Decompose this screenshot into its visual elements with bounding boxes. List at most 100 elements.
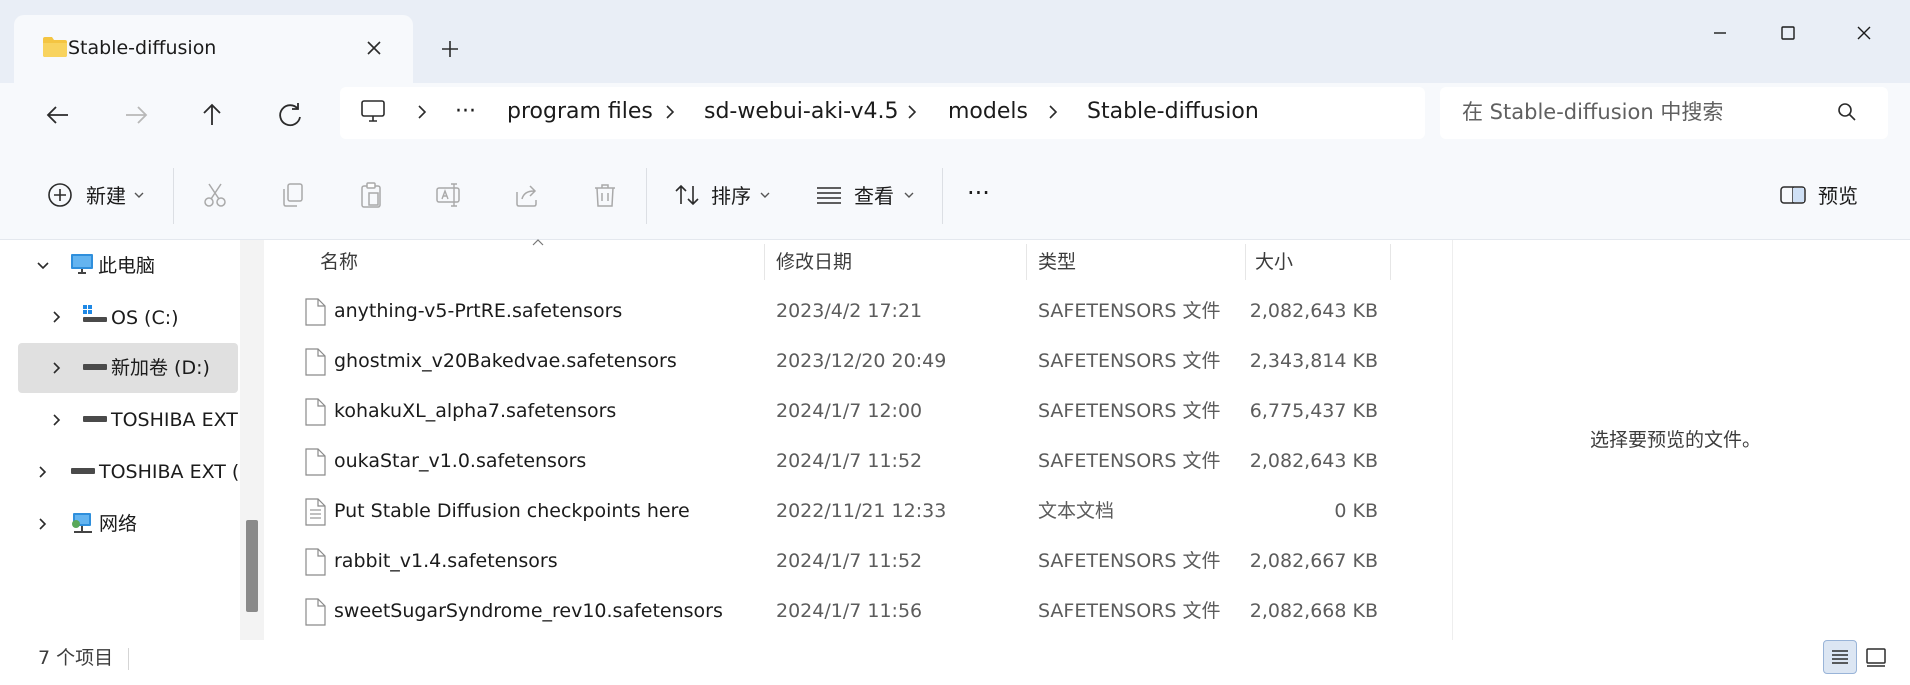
toolbar-divider: [646, 168, 647, 224]
network-icon: [70, 511, 96, 535]
nav-label-new-volume-d: 新加卷 (D:): [111, 357, 210, 379]
sort-icon[interactable]: [672, 180, 702, 210]
preview-message: 选择要预览的文件。: [1590, 429, 1762, 451]
back-arrow-icon[interactable]: [38, 95, 78, 135]
chevron-right-icon[interactable]: [50, 413, 64, 427]
chevron-down-icon[interactable]: [903, 190, 915, 200]
file-date: 2022/11/21 12:33: [776, 500, 947, 522]
file-date: 2024/1/7 11:52: [776, 550, 923, 572]
paste-icon[interactable]: [356, 180, 386, 210]
more-options-button[interactable]: ···: [967, 180, 990, 206]
breadcrumb-stable-diffusion[interactable]: Stable-diffusion: [1087, 98, 1259, 126]
breadcrumb-sd-webui[interactable]: sd-webui-aki-v4.5: [704, 98, 899, 126]
nav-label-toshiba-ext: TOSHIBA EXT: [111, 409, 238, 431]
column-header-name[interactable]: 名称: [320, 250, 358, 274]
drive-icon: [70, 466, 96, 476]
up-arrow-icon[interactable]: [192, 95, 232, 135]
file-type: SAFETENSORS 文件: [1038, 450, 1221, 472]
chevron-right-icon[interactable]: [50, 310, 64, 324]
column-header-date[interactable]: 修改日期: [776, 250, 852, 274]
file-size: 0 KB: [1334, 500, 1378, 522]
chevron-right-icon: [414, 102, 430, 122]
maximize-icon[interactable]: [1758, 18, 1818, 48]
copy-icon[interactable]: [278, 180, 308, 210]
file-icon: [304, 298, 326, 326]
column-header-size[interactable]: 大小: [1255, 250, 1293, 274]
forward-arrow-icon[interactable]: [116, 95, 156, 135]
column-divider[interactable]: [764, 244, 765, 280]
sort-ascending-icon: [531, 238, 545, 248]
windows-drive-icon: [82, 304, 108, 324]
file-date: 2024/1/7 12:00: [776, 400, 923, 422]
search-icon[interactable]: [1836, 101, 1858, 123]
column-divider[interactable]: [1390, 244, 1391, 280]
share-icon[interactable]: [512, 180, 542, 210]
file-icon: [304, 448, 326, 476]
drive-icon: [82, 414, 108, 424]
file-explorer-window: Stable-diffusion ··· program files sd-we…: [0, 0, 1910, 685]
delete-icon[interactable]: [590, 180, 620, 210]
file-size: 2,343,814 KB: [1249, 350, 1378, 372]
rename-icon[interactable]: [434, 180, 464, 210]
details-view-icon[interactable]: [1823, 640, 1857, 674]
folder-icon: [42, 36, 68, 58]
plus-icon[interactable]: [436, 35, 464, 63]
file-date: 2024/1/7 11:52: [776, 450, 923, 472]
file-date: 2024/1/7 11:56: [776, 600, 923, 622]
file-name: rabbit_v1.4.safetensors: [334, 550, 558, 572]
nav-scrollbar-thumb[interactable]: [246, 520, 258, 612]
file-size: 2,082,667 KB: [1249, 550, 1378, 572]
nav-label-this-pc: 此电脑: [98, 255, 156, 277]
chevron-right-icon: [662, 102, 678, 122]
file-icon: [304, 598, 326, 626]
file-date: 2023/12/20 20:49: [776, 350, 947, 372]
table-row[interactable]: oukaStar_v1.0.safetensors 2024/1/7 11:52…: [296, 438, 1390, 488]
table-row[interactable]: anything-v5-PrtRE.safetensors 2023/4/2 1…: [296, 288, 1390, 338]
file-type: SAFETENSORS 文件: [1038, 550, 1221, 572]
chevron-down-icon[interactable]: [133, 190, 145, 200]
view-button[interactable]: 查看: [854, 183, 894, 209]
view-list-icon[interactable]: [814, 180, 844, 210]
preview-pane-icon[interactable]: [1778, 180, 1808, 210]
table-row[interactable]: ghostmix_v20Bakedvae.safetensors 2023/12…: [296, 338, 1390, 388]
close-icon[interactable]: [360, 34, 388, 62]
refresh-icon[interactable]: [270, 95, 310, 135]
file-icon: [304, 548, 326, 576]
minimize-icon[interactable]: [1690, 18, 1750, 48]
table-row[interactable]: sweetSugarSyndrome_rev10.safetensors 202…: [296, 588, 1390, 638]
chevron-down-icon[interactable]: [36, 259, 50, 273]
file-type: SAFETENSORS 文件: [1038, 300, 1221, 322]
sort-button[interactable]: 排序: [711, 183, 751, 209]
chevron-right-icon[interactable]: [36, 465, 50, 479]
breadcrumb-overflow[interactable]: ···: [455, 98, 476, 126]
cut-icon[interactable]: [200, 180, 230, 210]
file-size: 6,775,437 KB: [1249, 400, 1378, 422]
file-size: 2,082,643 KB: [1249, 450, 1378, 472]
column-header-type[interactable]: 类型: [1038, 250, 1076, 274]
new-button[interactable]: 新建: [86, 183, 126, 209]
computer-icon[interactable]: [360, 98, 386, 124]
file-type: SAFETENSORS 文件: [1038, 400, 1221, 422]
toolbar-divider: [942, 168, 943, 224]
large-icons-view-icon[interactable]: [1859, 640, 1893, 674]
chevron-right-icon[interactable]: [50, 361, 64, 375]
column-divider[interactable]: [1026, 244, 1027, 280]
computer-icon: [70, 253, 94, 275]
file-name: anything-v5-PrtRE.safetensors: [334, 300, 623, 322]
breadcrumb-models[interactable]: models: [948, 98, 1028, 126]
table-row[interactable]: rabbit_v1.4.safetensors 2024/1/7 11:52 S…: [296, 538, 1390, 588]
table-row[interactable]: Put Stable Diffusion checkpoints here 20…: [296, 488, 1390, 538]
preview-pane-divider[interactable]: [1452, 240, 1453, 640]
column-divider[interactable]: [1245, 244, 1246, 280]
chevron-right-icon[interactable]: [36, 517, 50, 531]
status-divider: [128, 648, 129, 670]
preview-button[interactable]: 预览: [1818, 183, 1858, 209]
file-icon: [304, 398, 326, 426]
table-row[interactable]: kohakuXL_alpha7.safetensors 2024/1/7 12:…: [296, 388, 1390, 438]
close-icon[interactable]: [1834, 18, 1894, 48]
new-plus-icon[interactable]: [45, 180, 75, 210]
chevron-down-icon[interactable]: [759, 190, 771, 200]
breadcrumb-program-files[interactable]: program files: [507, 98, 653, 126]
nav-label-os-c: OS (C:): [111, 307, 179, 329]
nav-label-network: 网络: [99, 513, 138, 535]
